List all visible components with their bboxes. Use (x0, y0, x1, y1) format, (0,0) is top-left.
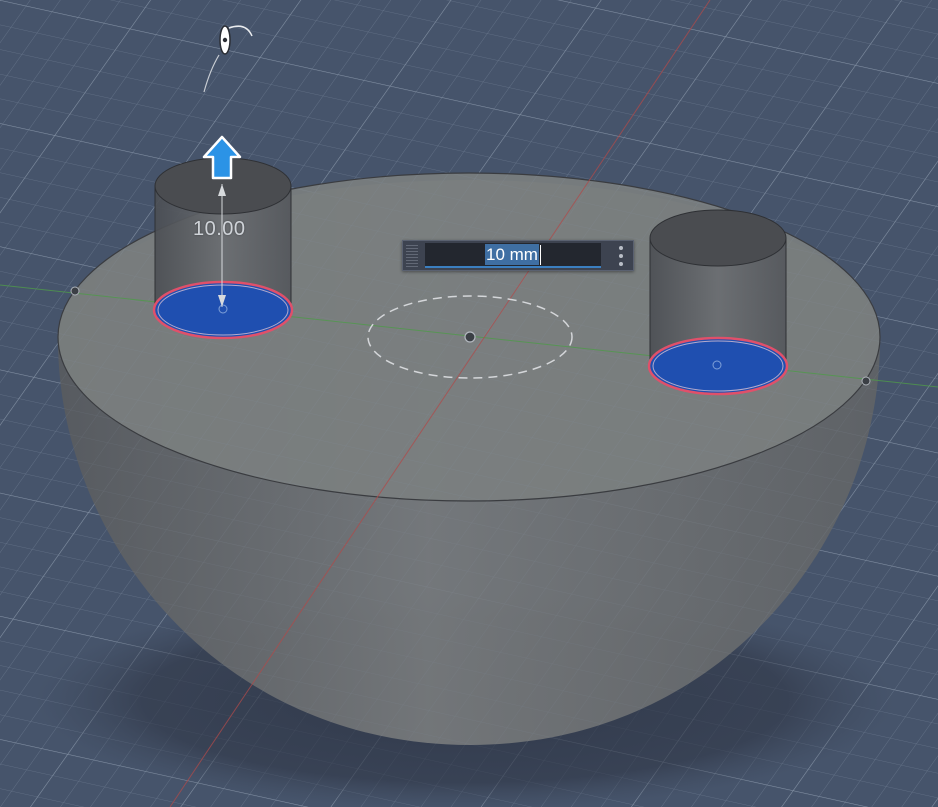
axis-point-right (861, 376, 871, 386)
extrude-distance-label[interactable]: 10.00 (193, 218, 246, 241)
distance-input-box: 10 mm (402, 240, 634, 271)
left-profile[interactable] (152, 280, 294, 340)
3d-viewport[interactable] (0, 0, 938, 807)
drag-handle[interactable] (406, 244, 418, 267)
menu-dot (619, 254, 623, 258)
distance-input[interactable]: 10 mm (425, 243, 601, 268)
menu-dot (619, 246, 623, 250)
menu-dot (619, 262, 623, 266)
more-options-icon[interactable] (619, 246, 623, 266)
distance-input-value: 10 mm (485, 244, 539, 265)
right-profile[interactable] (647, 336, 789, 396)
origin-point[interactable] (464, 331, 476, 343)
text-caret (539, 244, 541, 265)
axis-point-left (70, 286, 80, 296)
